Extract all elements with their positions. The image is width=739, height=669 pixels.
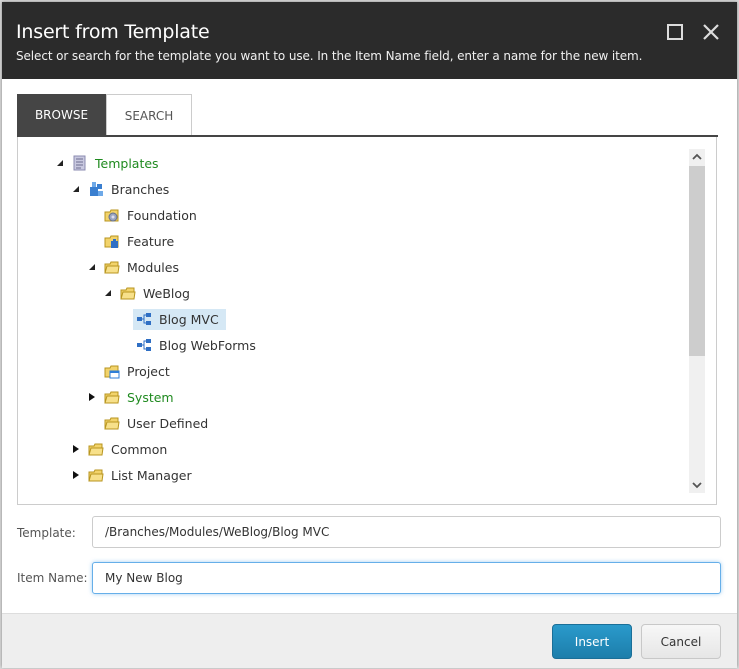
collapsed-arrow-icon <box>73 471 79 479</box>
tree-toggle[interactable] <box>70 183 82 195</box>
tree-node-label[interactable]: Feature <box>124 232 177 251</box>
tree-node[interactable]: Blog WebForms <box>118 334 259 356</box>
maximize-icon <box>667 24 683 40</box>
scroll-down-button[interactable] <box>689 477 705 493</box>
folder-icon <box>104 415 120 431</box>
tree-toggle[interactable] <box>86 261 98 273</box>
chevron-up-icon <box>692 153 702 160</box>
tree-node-label[interactable]: WeBlog <box>140 284 193 303</box>
expanded-arrow-icon <box>57 160 63 166</box>
tree-node[interactable]: Common <box>70 438 170 460</box>
tree-toggle[interactable] <box>86 391 98 403</box>
foundation-folder-icon <box>104 207 120 223</box>
scroll-thumb[interactable] <box>689 166 705 356</box>
insert-from-template-dialog: Insert from Template Select or search fo… <box>2 2 737 668</box>
template-label: Template: <box>17 526 76 540</box>
expanded-arrow-icon <box>105 290 111 296</box>
tree-node-label[interactable]: Blog WebForms <box>156 336 259 355</box>
cancel-button[interactable]: Cancel <box>641 624 721 659</box>
expanded-arrow-icon <box>89 264 95 270</box>
tree-node[interactable]: Modules <box>86 256 182 278</box>
tree-node-content[interactable]: List Manager <box>88 466 195 485</box>
tree-node-label[interactable]: Templates <box>92 154 162 173</box>
tree-node[interactable]: System <box>86 386 177 408</box>
template-folder-icon <box>72 155 88 171</box>
template-tree: Templates Branches Foundation Feature Module… <box>17 137 717 505</box>
tree-node-content[interactable]: Templates <box>72 154 162 173</box>
tab-search[interactable]: SEARCH <box>106 94 192 135</box>
tree-node[interactable]: Blog MVC <box>118 308 226 330</box>
project-folder-icon <box>104 363 120 379</box>
tree-node[interactable]: Branches <box>70 178 172 200</box>
template-path-field[interactable] <box>92 516 721 548</box>
tree-node-label[interactable]: Branches <box>108 180 172 199</box>
folder-icon <box>120 285 136 301</box>
tree-node[interactable]: List Manager <box>70 464 195 486</box>
tree-node[interactable]: Project <box>86 360 173 382</box>
folder-icon <box>104 389 120 405</box>
tree-node[interactable]: Foundation <box>86 204 200 226</box>
tree-node-label[interactable]: Common <box>108 440 170 459</box>
tree-node-label[interactable]: Blog MVC <box>156 310 222 329</box>
tree-node-content[interactable]: Common <box>88 440 170 459</box>
close-button[interactable] <box>701 22 721 42</box>
tree-node-content[interactable]: System <box>104 388 177 407</box>
tab-browse[interactable]: BROWSE <box>17 94 106 135</box>
tree-node-label[interactable]: List Manager <box>108 466 195 485</box>
item-name-label: Item Name: <box>17 571 88 585</box>
item-name-input[interactable] <box>92 562 721 594</box>
tree-node-content[interactable]: Project <box>104 362 173 381</box>
tree-node-content[interactable]: WeBlog <box>120 284 193 303</box>
tree-node-content[interactable]: Branches <box>88 180 172 199</box>
maximize-button[interactable] <box>665 22 685 42</box>
dialog-footer: Insert Cancel <box>2 613 737 668</box>
tree-node[interactable]: User Defined <box>86 412 211 434</box>
dialog-subtitle: Select or search for the template you wa… <box>16 49 643 63</box>
folder-icon <box>104 259 120 275</box>
dialog-header: Insert from Template Select or search fo… <box>2 2 737 79</box>
branch-template-icon <box>136 311 152 327</box>
chevron-down-icon <box>692 482 702 489</box>
close-icon <box>703 24 719 40</box>
tree-toggle[interactable] <box>102 287 114 299</box>
dialog-title: Insert from Template <box>16 21 210 43</box>
expanded-arrow-icon <box>73 186 79 192</box>
tree-node-content[interactable]: User Defined <box>104 414 211 433</box>
folder-icon <box>88 441 104 457</box>
tree-node-label[interactable]: User Defined <box>124 414 211 433</box>
branch-template-icon <box>136 337 152 353</box>
folder-icon <box>88 467 104 483</box>
tree-node-label[interactable]: Modules <box>124 258 182 277</box>
tree-node-label[interactable]: System <box>124 388 177 407</box>
feature-folder-icon <box>104 233 120 249</box>
collapsed-arrow-icon <box>89 393 95 401</box>
tree-node-content[interactable]: Feature <box>104 232 177 251</box>
tree-node-label[interactable]: Foundation <box>124 206 200 225</box>
tree-node[interactable]: Feature <box>86 230 177 252</box>
insert-button[interactable]: Insert <box>552 624 632 659</box>
tree-node-content[interactable]: Foundation <box>104 206 200 225</box>
branches-icon <box>88 181 104 197</box>
tree-toggle[interactable] <box>54 157 66 169</box>
tree-node-label[interactable]: Project <box>124 362 173 381</box>
tree-toggle[interactable] <box>70 443 82 455</box>
tree-node[interactable]: WeBlog <box>102 282 193 304</box>
tree-node[interactable]: Templates <box>54 152 162 174</box>
collapsed-arrow-icon <box>73 445 79 453</box>
tree-node-content[interactable]: Blog WebForms <box>136 336 259 355</box>
tree-node-content[interactable]: Modules <box>104 258 182 277</box>
tree-node-content[interactable]: Blog MVC <box>133 308 226 330</box>
tree-toggle[interactable] <box>70 469 82 481</box>
tree-scrollbar[interactable] <box>689 149 705 493</box>
scroll-up-button[interactable] <box>689 149 705 165</box>
